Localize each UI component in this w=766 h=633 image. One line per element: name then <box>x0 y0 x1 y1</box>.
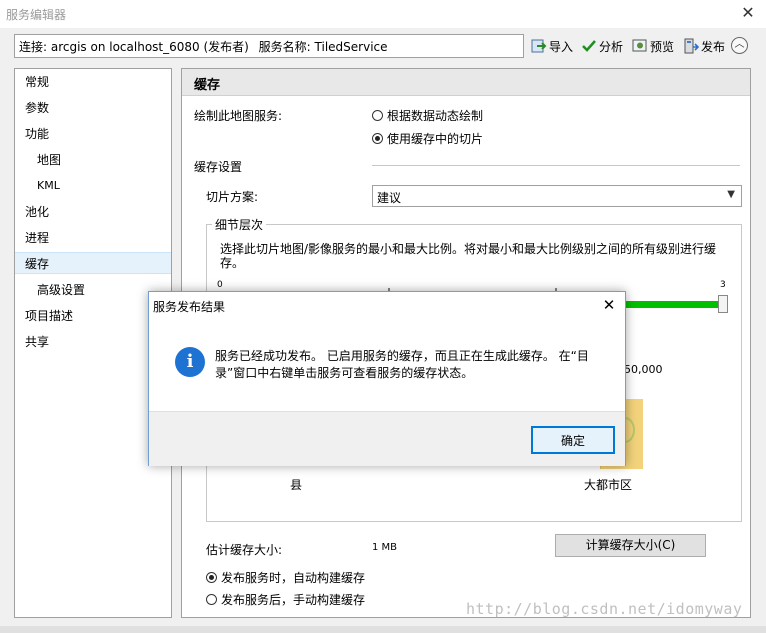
dialog-close-icon[interactable]: ✕ <box>599 295 619 315</box>
connection-field[interactable]: 连接: arcgis on localhost_6080 (发布者) 服务名称:… <box>14 34 524 58</box>
sidebar-item-processes[interactable]: 进程 <box>15 227 171 249</box>
collapse-icon[interactable]: ︿ <box>731 37 748 54</box>
radio-build-manual[interactable] <box>206 594 217 605</box>
cache-settings-heading: 缓存设置 <box>194 160 243 174</box>
radio-build-auto[interactable] <box>206 572 217 583</box>
info-icon: i <box>175 347 205 377</box>
checkmark-icon <box>582 40 596 52</box>
publish-icon <box>684 38 699 54</box>
preview-label: 预览 <box>650 39 675 54</box>
publish-button[interactable]: 发布 <box>683 36 725 56</box>
panel-header: 缓存 <box>182 69 750 96</box>
build-manual-label: 发布服务后，手动构建缓存 <box>221 593 366 607</box>
calculate-cache-size-button[interactable]: 计算缓存大小(C) <box>555 534 706 557</box>
window-title-bar: 服务编辑器 ✕ <box>0 0 766 28</box>
dialog-message: 服务已经成功发布。 已启用服务的缓存，而且正在生成此缓存。 在“目录”窗口中右键… <box>215 349 589 380</box>
publish-label: 发布 <box>701 39 726 54</box>
slider-min-label: 0 <box>217 280 223 290</box>
analyze-label: 分析 <box>599 39 624 54</box>
radio-dynamic[interactable] <box>372 110 383 121</box>
import-button[interactable]: 导入 <box>531 36 573 56</box>
draw-service-label: 绘制此地图服务: <box>194 109 283 123</box>
lod-slider-handle[interactable] <box>718 295 728 313</box>
publish-result-dialog: 服务发布结果 ✕ i 服务已经成功发布。 已启用服务的缓存，而且正在生成此缓存。… <box>148 291 626 466</box>
chevron-down-icon: ▼ <box>727 189 735 200</box>
dialog-footer: 确定 <box>149 411 625 466</box>
analyze-button[interactable]: 分析 <box>581 36 623 56</box>
county-label: 县 <box>290 478 303 492</box>
sidebar-item-kml[interactable]: KML <box>15 175 171 197</box>
sidebar-item-caching[interactable]: 缓存 <box>15 252 171 274</box>
sidebar-item-parameters[interactable]: 参数 <box>15 97 171 119</box>
settings-divider <box>372 165 740 166</box>
dialog-title: 服务发布结果 <box>153 300 226 314</box>
radio-dynamic-option[interactable]: 根据数据动态绘制 <box>372 107 483 124</box>
lod-title: 细节层次 <box>212 216 267 233</box>
import-icon <box>531 39 547 53</box>
build-auto-label: 发布服务时，自动构建缓存 <box>221 571 366 585</box>
tile-scheme-select[interactable]: 建议 ▼ <box>372 185 742 207</box>
sidebar-item-capabilities[interactable]: 功能 <box>15 123 171 145</box>
tile-scheme-value: 建议 <box>377 191 402 205</box>
estimated-size-label: 估计缓存大小: <box>206 543 283 557</box>
radio-cache[interactable] <box>372 133 383 144</box>
watermark: http://blog.csdn.net/idomyway <box>466 600 743 618</box>
ok-button[interactable]: 确定 <box>531 426 615 454</box>
build-auto-option[interactable]: 发布服务时，自动构建缓存 <box>206 569 365 586</box>
metro-label: 大都市区 <box>584 478 633 492</box>
tile-scheme-label: 切片方案: <box>206 190 259 204</box>
build-manual-option[interactable]: 发布服务后，手动构建缓存 <box>206 591 365 608</box>
preview-icon <box>632 39 647 52</box>
scale-value: 50,000 <box>624 363 663 376</box>
sidebar-item-general[interactable]: 常规 <box>15 71 171 93</box>
radio-cache-label: 使用缓存中的切片 <box>387 132 484 146</box>
sidebar-item-pooling[interactable]: 池化 <box>15 201 171 223</box>
service-name-label: 服务名称: TiledService <box>258 40 388 54</box>
window-close-icon[interactable]: ✕ <box>738 3 758 23</box>
sidebar-item-map[interactable]: 地图 <box>15 149 171 171</box>
panel-title: 缓存 <box>194 78 221 93</box>
slider-max-label: 3 <box>720 280 726 290</box>
connection-label: 连接: arcgis on localhost_6080 (发布者) <box>19 40 249 54</box>
estimated-size-value: 1 MB <box>372 542 398 553</box>
import-label: 导入 <box>549 39 574 54</box>
bottom-edge <box>0 626 766 633</box>
radio-dynamic-label: 根据数据动态绘制 <box>387 109 484 123</box>
preview-button[interactable]: 预览 <box>632 36 674 56</box>
window-title: 服务编辑器 <box>6 8 67 22</box>
radio-cache-option[interactable]: 使用缓存中的切片 <box>372 130 483 147</box>
lod-description: 选择此切片地图/影像服务的最小和最大比例。将对最小和最大比例级别之间的所有级别进… <box>220 242 717 270</box>
